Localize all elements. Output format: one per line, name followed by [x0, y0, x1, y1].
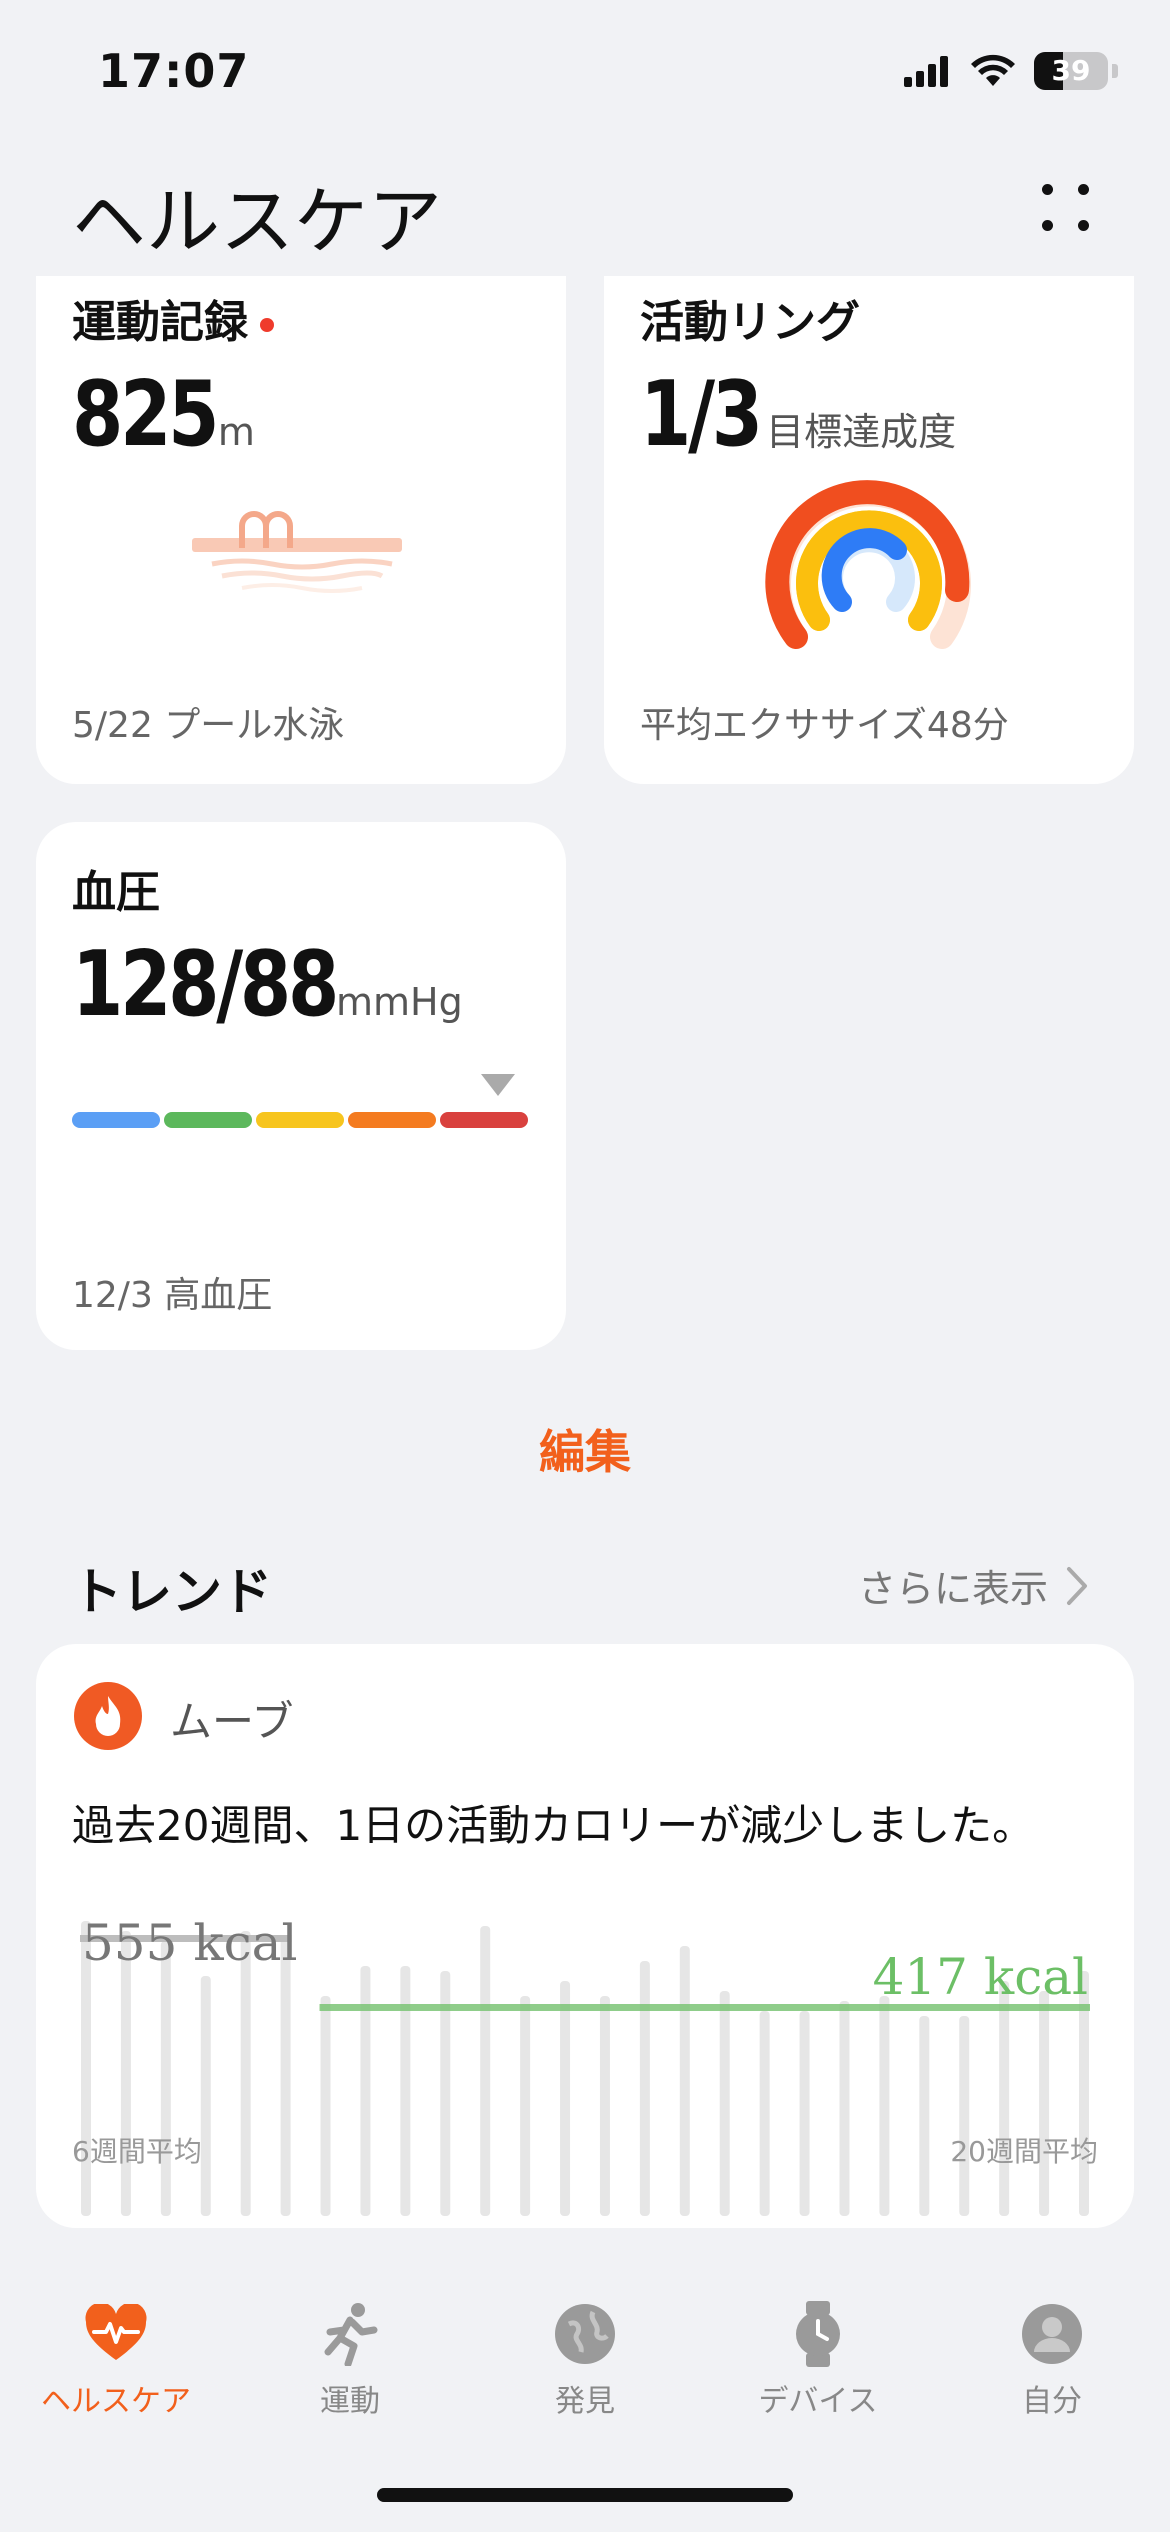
card-title: 血圧: [72, 867, 160, 918]
weekly-calorie-bar: [839, 2001, 850, 2216]
dot: [1042, 220, 1053, 231]
avg6-label: 555 kcal: [82, 1914, 298, 1972]
bp-unit: mmHg: [335, 980, 463, 1024]
tab-item[interactable]: 発見: [485, 2302, 685, 2420]
tab-item[interactable]: ヘルスケア: [16, 2302, 216, 2420]
weekly-calorie-bar: [919, 2016, 930, 2216]
weekly-calorie-bar: [999, 1981, 1010, 2216]
tab-label: 運動: [320, 2384, 380, 2419]
weekly-calorie-bar: [599, 1996, 610, 2216]
weekly-calorie-bar: [520, 1996, 531, 2216]
trend-section-title: トレンド: [72, 1563, 272, 1621]
bp-level-marker-icon: [481, 1074, 515, 1096]
bp-scale-segment: [72, 1112, 160, 1128]
activity-progress: 1/3: [640, 362, 763, 467]
tab-item[interactable]: 自分: [952, 2302, 1152, 2420]
left-caption: 6週間平均: [72, 2135, 202, 2168]
wifi-icon: [971, 54, 1015, 86]
weekly-calorie-bar: [320, 1996, 331, 2216]
trend-category: ムーブ: [170, 1697, 294, 1746]
battery-icon: 39: [1034, 52, 1108, 90]
weekly-calorie-bar: [160, 1941, 171, 2216]
weekly-calorie-bar: [959, 2016, 970, 2216]
weekly-calorie-bar: [759, 2011, 770, 2216]
cellular-signal-icon: [904, 56, 948, 87]
bp-scale-segment: [256, 1112, 344, 1128]
trend-more-link[interactable]: さらに表示: [858, 1558, 1088, 1613]
weekly-calorie-bar: [560, 1981, 571, 2216]
heart-pulse-icon: [84, 2302, 148, 2366]
move-trend-card[interactable]: ムーブ 過去20週間、1日の活動カロリーが減少しました。 555 kcal 41…: [36, 1644, 1134, 2228]
trend-message: 過去20週間、1日の活動カロリーが減少しました。: [72, 1801, 1035, 1850]
bp-scale-segment: [440, 1112, 528, 1128]
tab-item[interactable]: 運動: [250, 2302, 450, 2420]
weekly-calorie-bar: [480, 1926, 491, 2216]
exercise-unit: m: [217, 410, 255, 454]
exercise-record-card[interactable]: 運動記録 825m 5/22 プール水泳: [36, 276, 566, 784]
status-icons: 39: [904, 52, 1118, 90]
swimming-pool-icon: [192, 511, 402, 593]
dot: [1078, 220, 1089, 231]
trend-more-label: さらに表示: [857, 1567, 1048, 1611]
page-title: ヘルスケア: [72, 179, 442, 265]
person-icon: [1020, 2302, 1084, 2366]
weekly-calorie-bar: [400, 1966, 411, 2216]
dot: [1042, 184, 1053, 195]
activity-ring-card[interactable]: 活動リング 1/3 目標達成度 平均エクササイズ48分: [604, 276, 1134, 784]
exercise-distance: 825: [72, 362, 219, 467]
bp-scale-segment: [164, 1112, 252, 1128]
card-title-wrap: 運動記録: [72, 286, 274, 350]
dot: [1078, 184, 1089, 195]
watch-icon: [786, 2301, 850, 2367]
avg20-label: 417 kcal: [872, 1948, 1088, 2006]
exercise-value-row: 825m: [72, 362, 255, 467]
tab-label: 発見: [555, 2384, 615, 2419]
running-icon: [318, 2302, 382, 2366]
tab-item[interactable]: デバイス: [718, 2301, 918, 2420]
activity-unit: 目標達成度: [766, 410, 957, 454]
weekly-calorie-bar: [799, 2011, 810, 2216]
weekly-calorie-bar: [360, 1966, 371, 2216]
activity-footer: 平均エクササイズ48分: [640, 705, 1009, 746]
bp-reading: 128/88: [72, 932, 339, 1037]
edit-button[interactable]: 編集: [0, 1416, 1170, 1482]
card-title: 運動記録: [72, 297, 248, 348]
new-indicator-dot: [260, 318, 274, 332]
tab-label: ヘルスケア: [41, 2384, 191, 2419]
weekly-calorie-bar: [679, 1946, 690, 2216]
weekly-calorie-bar: [639, 1961, 650, 2216]
weekly-calorie-bar: [280, 1936, 291, 2216]
tab-label: デバイス: [758, 2384, 878, 2419]
right-caption: 20週間平均: [950, 2135, 1098, 2168]
weekly-calorie-bar: [879, 1996, 890, 2216]
activity-value-row: 1/3 目標達成度: [640, 362, 956, 467]
card-title: 活動リング: [640, 297, 860, 348]
weekly-calorie-bar: [719, 1991, 730, 2216]
weekly-calorie-bar: [200, 1976, 211, 2216]
chevron-right-icon: [1067, 1566, 1087, 1605]
bp-scale-segment: [348, 1112, 436, 1128]
tab-label: 自分: [1022, 2384, 1082, 2419]
battery-tip: [1112, 64, 1118, 78]
activity-rings-icon: [765, 480, 971, 649]
weekly-calorie-bar: [240, 1931, 251, 2216]
bp-value-row: 128/88mmHg: [72, 932, 463, 1037]
weekly-calorie-bar: [1039, 1991, 1050, 2216]
more-menu-button[interactable]: [1038, 180, 1098, 240]
exercise-footer: 5/22 プール水泳: [72, 705, 345, 746]
globe-icon: [553, 2302, 617, 2366]
home-indicator[interactable]: [377, 2488, 793, 2502]
status-time: 17:07: [98, 44, 250, 98]
flame-icon: [74, 1682, 142, 1750]
weekly-calorie-bar: [120, 1931, 131, 2216]
battery-level: 39: [1051, 54, 1091, 87]
bp-footer: 12/3 高血圧: [72, 1275, 273, 1316]
